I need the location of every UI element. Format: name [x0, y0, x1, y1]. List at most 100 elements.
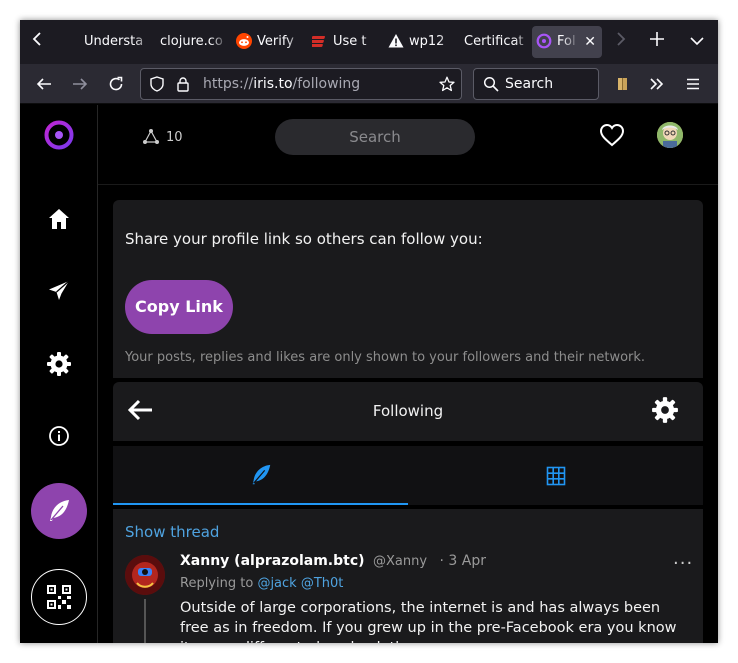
lastpass-icon: [312, 35, 325, 47]
arrow-left-icon: [36, 78, 51, 90]
post-content: Outside of large corporations, the inter…: [180, 600, 677, 643]
tab-understa[interactable]: Understa: [80, 26, 152, 58]
tab-verify[interactable]: Verify: [232, 26, 304, 58]
user-avatar[interactable]: [657, 122, 683, 148]
tab-bar: Understa clojure.co Verify Use t wp12 Ce…: [20, 20, 718, 64]
shield-icon[interactable]: [149, 76, 165, 92]
arrow-right-icon: [73, 78, 88, 90]
sidebar: [20, 105, 98, 643]
search-icon: [483, 76, 499, 92]
post-timestamp[interactable]: · 3 Apr: [439, 553, 485, 569]
feed-settings-button[interactable]: [651, 396, 679, 424]
url-host: iris.to: [253, 76, 293, 92]
back-button[interactable]: [30, 70, 58, 98]
tab-scroll-right-button[interactable]: [607, 28, 635, 56]
browser-window: Understa clojure.co Verify Use t wp12 Ce…: [20, 20, 718, 643]
replying-prefix: Replying to: [180, 576, 254, 591]
double-chevron-right-icon: [650, 78, 664, 90]
replying-to: Replying to @jack @Th0t: [180, 576, 343, 591]
post-header: Xanny (alprazolam.btc) @Xanny · 3 Apr: [180, 553, 486, 569]
copy-link-button[interactable]: Copy Link: [125, 280, 233, 334]
reload-button[interactable]: [102, 70, 130, 98]
tab-clojure[interactable]: clojure.co: [156, 26, 228, 58]
star-icon[interactable]: [439, 76, 455, 92]
network-icon: [143, 129, 159, 144]
search-bar-label: Search: [505, 76, 554, 92]
sidebar-item-home[interactable]: [39, 199, 79, 239]
show-thread-link[interactable]: Show thread: [125, 523, 219, 541]
mention-link[interactable]: @Th0t: [301, 576, 344, 591]
tab-media-grid[interactable]: [408, 446, 703, 505]
share-profile-card: Share your profile link so others can fo…: [113, 200, 703, 378]
feather-icon: [50, 500, 69, 521]
url-protocol: https://: [203, 76, 254, 92]
info-icon: [49, 426, 69, 446]
tab-posts[interactable]: [113, 446, 408, 505]
chevron-left-icon: [32, 32, 41, 46]
reddit-icon: [236, 32, 252, 49]
sidebar-item-messages[interactable]: [39, 271, 79, 311]
close-icon[interactable]: ✕: [584, 26, 596, 58]
author-avatar-image: [125, 555, 165, 595]
search-input[interactable]: Search: [275, 119, 475, 155]
more-tools-button[interactable]: [643, 70, 671, 98]
menu-button[interactable]: [679, 70, 707, 98]
post-author-avatar[interactable]: [125, 555, 165, 595]
sidebar-item-about[interactable]: [39, 416, 79, 456]
top-header: 10 Search: [98, 105, 718, 185]
share-profile-text: Share your profile link so others can fo…: [125, 230, 483, 248]
iris-logo-icon: [44, 120, 74, 150]
feed-view-tabs: [113, 446, 703, 505]
peer-count: 10: [166, 129, 183, 145]
tab-following-active[interactable]: Fol ✕: [532, 26, 602, 58]
chevron-right-icon: [617, 32, 626, 46]
library-button[interactable]: [609, 70, 637, 98]
gear-icon: [652, 397, 678, 423]
back-arrow-button[interactable]: [127, 396, 155, 424]
heart-icon: [599, 123, 625, 147]
lock-icon[interactable]: [175, 76, 191, 92]
feather-icon: [252, 464, 270, 484]
sidebar-item-settings[interactable]: [39, 344, 79, 384]
list-all-tabs-button[interactable]: [683, 28, 711, 56]
home-icon: [49, 209, 69, 229]
peers-indicator[interactable]: 10: [142, 127, 183, 147]
gear-icon: [47, 352, 71, 376]
search-bar[interactable]: Search: [473, 68, 599, 100]
new-tab-button[interactable]: [643, 28, 671, 56]
post-author-handle[interactable]: @Xanny: [373, 554, 427, 569]
navigation-toolbar: https://iris.to/following Search: [20, 64, 718, 104]
grid-icon: [546, 466, 565, 485]
mention-link[interactable]: @jack: [257, 576, 296, 591]
warning-icon: [388, 33, 404, 47]
qr-code-icon: [47, 585, 71, 609]
arrow-left-icon: [127, 399, 152, 421]
url-bar[interactable]: https://iris.to/following: [140, 68, 462, 100]
iris-app: 10 Search Share your profile link so oth…: [20, 105, 718, 643]
tab-wp12[interactable]: wp12: [384, 26, 456, 58]
forward-button[interactable]: [66, 70, 94, 98]
new-post-button[interactable]: [31, 483, 87, 539]
url-text[interactable]: https://iris.to/following: [203, 69, 360, 99]
post-card: Show thread Xanny (alprazolam.btc) @Xann…: [113, 509, 703, 643]
notifications-button[interactable]: [598, 121, 626, 149]
post-author-name[interactable]: Xanny (alprazolam.btc): [180, 553, 365, 569]
thread-connector-line: [144, 599, 146, 643]
qr-code-button[interactable]: [31, 569, 87, 625]
plus-icon: [650, 32, 664, 46]
url-path: /following: [292, 76, 361, 92]
reload-icon: [109, 76, 123, 91]
paper-plane-icon: [49, 280, 70, 300]
chevron-down-icon: [690, 37, 704, 46]
tab-scroll-left-button[interactable]: [26, 28, 48, 56]
library-icon: [618, 78, 627, 90]
iris-logo-button[interactable]: [39, 115, 79, 155]
tab-certificat[interactable]: Certificat: [460, 26, 532, 58]
hamburger-menu-icon: [687, 78, 699, 90]
post-more-options-button[interactable]: ···: [673, 553, 693, 574]
following-header: Following: [113, 382, 703, 441]
avatar-image: [657, 122, 683, 148]
iris-icon: [536, 33, 552, 48]
tab-use[interactable]: Use t: [308, 26, 380, 58]
privacy-note: Your posts, replies and likes are only s…: [125, 350, 646, 365]
